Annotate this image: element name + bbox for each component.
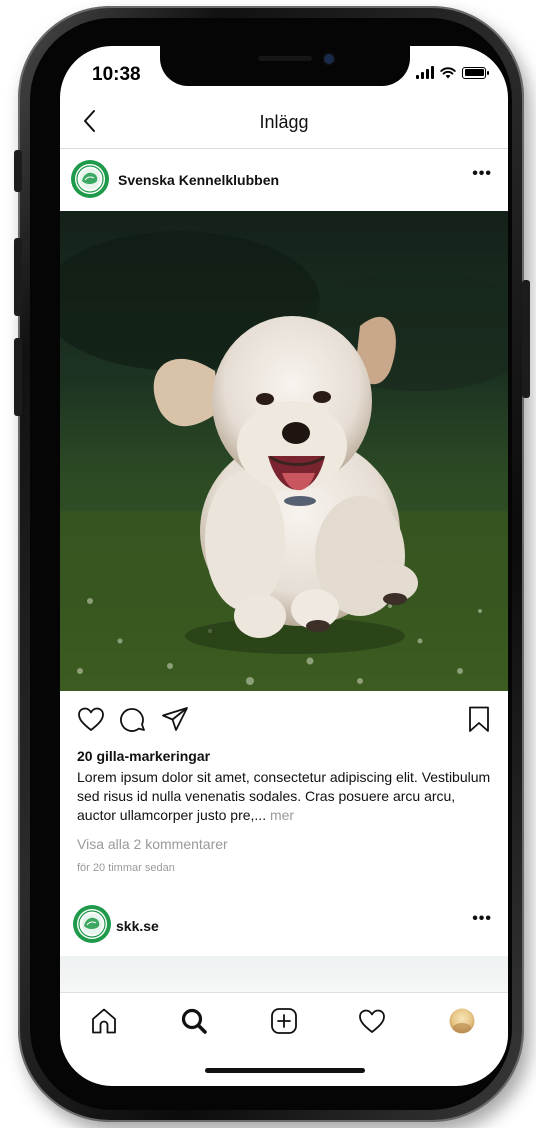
post-actions (60, 698, 508, 742)
notch (160, 46, 410, 86)
comment-icon[interactable] (118, 704, 148, 734)
likes-count[interactable]: 20 gilla-markeringar (77, 748, 210, 764)
bottom-tab-bar (60, 992, 508, 1053)
wifi-icon (440, 67, 456, 79)
caption-more-link[interactable]: mer (270, 807, 294, 823)
battery-icon (462, 66, 489, 79)
activity-heart-icon[interactable] (356, 1005, 388, 1037)
skk-logo-avatar[interactable] (72, 904, 112, 944)
heart-icon[interactable] (76, 704, 106, 734)
post2-photo-preview[interactable] (60, 956, 508, 992)
post2-more-options-button[interactable]: ••• (472, 910, 492, 928)
kennel-club-logo-avatar[interactable] (70, 159, 110, 199)
post2-username[interactable]: skk.se (116, 918, 159, 934)
view-comments-link[interactable]: Visa alla 2 kommentarer (77, 836, 228, 852)
post-caption: Lorem ipsum dolor sit amet, consectetur … (77, 768, 493, 825)
more-options-button[interactable]: ••• (472, 165, 492, 183)
front-camera (324, 54, 334, 64)
bookmark-icon[interactable] (464, 704, 494, 734)
navigation-bar: Inlägg (60, 98, 508, 149)
phone-screen: 10:38 Inlägg Svenska Kennelklubben ••• 2… (60, 46, 508, 1086)
share-icon[interactable] (160, 704, 190, 734)
signal-icon (416, 66, 434, 79)
status-icons (416, 66, 489, 79)
status-time: 10:38 (92, 64, 141, 85)
post-photo-dog[interactable] (60, 211, 508, 691)
power-button (522, 280, 530, 398)
home-indicator[interactable] (205, 1068, 365, 1073)
post-header: Svenska Kennelklubben ••• (60, 149, 508, 209)
post2-header: skk.se ••• (60, 896, 508, 956)
post-timestamp: för 20 timmar sedan (77, 862, 175, 874)
post-username[interactable]: Svenska Kennelklubben (118, 172, 279, 188)
volume-up-button (14, 238, 22, 316)
mute-switch (14, 150, 22, 192)
profile-avatar[interactable] (446, 1005, 478, 1037)
home-icon[interactable] (88, 1005, 120, 1037)
page-title: Inlägg (259, 112, 309, 132)
volume-down-button (14, 338, 22, 416)
search-icon[interactable] (178, 1005, 210, 1037)
speaker-grille (258, 56, 312, 61)
add-post-icon[interactable] (268, 1005, 300, 1037)
